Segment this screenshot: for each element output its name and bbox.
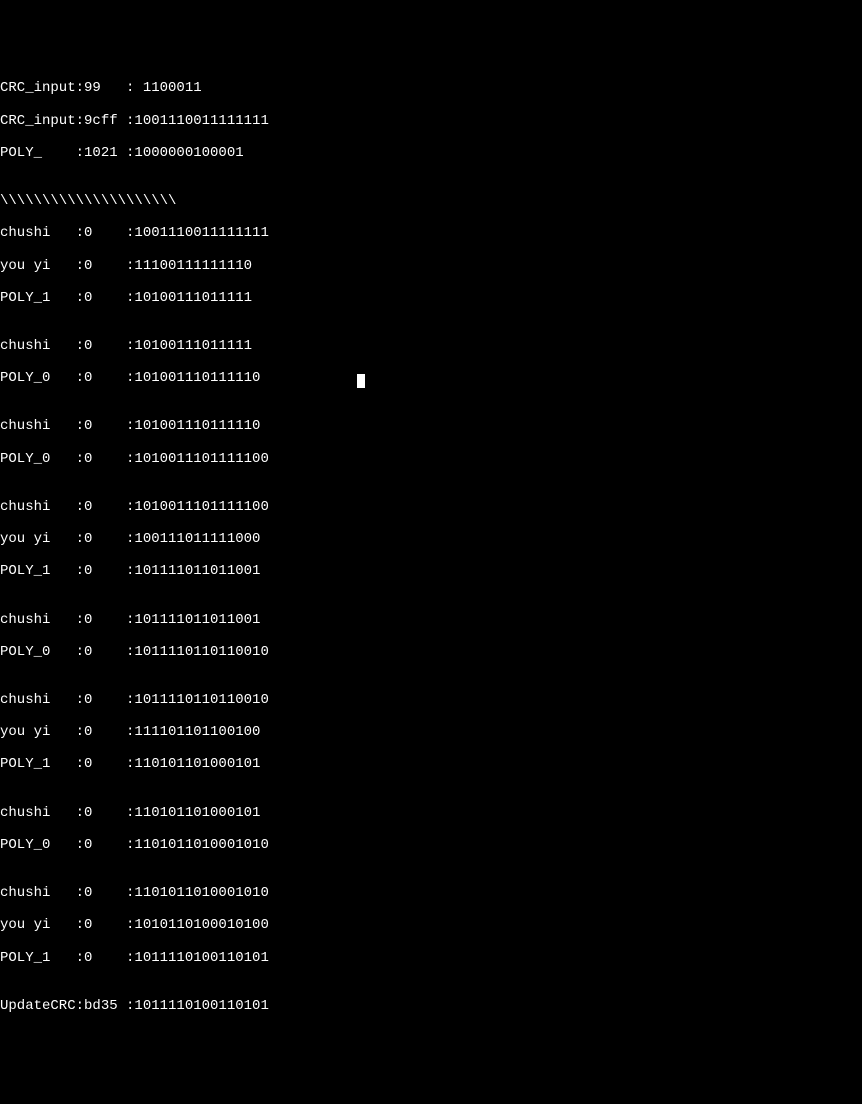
output-line: POLY_0 :0 :1010011101111100 [0, 451, 862, 467]
output-line: POLY_0 :0 :101001110111110 [0, 370, 862, 386]
output-line: chushi :0 :10100111011111 [0, 338, 862, 354]
output-line: chushi :0 :110101101000101 [0, 805, 862, 821]
output-line: \\\\\\\\\\\\\\\\\\\\\ [0, 193, 862, 209]
output-line: UpdateCRC:bd35 :1011110100110101 [0, 998, 862, 1014]
output-line: POLY_1 :0 :10100111011111 [0, 290, 862, 306]
output-line: chushi :0 :1001110011111111 [0, 225, 862, 241]
output-line: POLY_ :1021 :1000000100001 [0, 145, 862, 161]
output-line: you yi :0 :111101101100100 [0, 724, 862, 740]
output-line: POLY_0 :0 :1101011010001010 [0, 837, 862, 853]
output-line: CRC_input:99 : 1100011 [0, 80, 862, 96]
output-line: CRC_input:9cff :1001110011111111 [0, 113, 862, 129]
output-line: you yi :0 :100111011111000 [0, 531, 862, 547]
output-line: chushi :0 :101001110111110 [0, 418, 862, 434]
output-line: POLY_1 :0 :101111011011001 [0, 563, 862, 579]
output-line: POLY_1 :0 :1011110100110101 [0, 950, 862, 966]
output-line: chushi :0 :1011110110110010 [0, 692, 862, 708]
output-line: you yi :0 :1010110100010100 [0, 917, 862, 933]
output-line: POLY_1 :0 :110101101000101 [0, 756, 862, 772]
output-line: chushi :0 :1101011010001010 [0, 885, 862, 901]
terminal-output: CRC_input:99 : 1100011 CRC_input:9cff :1… [0, 64, 862, 1030]
output-line: POLY_0 :0 :1011110110110010 [0, 644, 862, 660]
output-line: you yi :0 :11100111111110 [0, 258, 862, 274]
output-line: chushi :0 :1010011101111100 [0, 499, 862, 515]
terminal-cursor [357, 374, 365, 388]
output-line: chushi :0 :101111011011001 [0, 612, 862, 628]
